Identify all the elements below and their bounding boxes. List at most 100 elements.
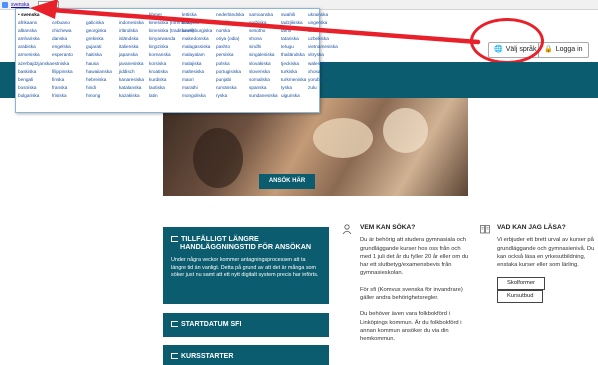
language-option[interactable]: serbiska xyxy=(249,19,278,27)
language-option[interactable]: hebreiska xyxy=(86,76,112,84)
language-option[interactable]: tamil xyxy=(281,27,306,35)
language-option[interactable]: uzbekiska xyxy=(308,35,338,43)
language-option[interactable]: nepali xyxy=(216,19,244,27)
language-option[interactable]: litauiska xyxy=(182,19,212,27)
language-option[interactable]: arabiska xyxy=(18,43,52,51)
language-option[interactable]: baskiska xyxy=(18,68,52,76)
language-option[interactable]: singalesiska xyxy=(249,51,278,59)
language-option[interactable]: somaliska xyxy=(249,76,278,84)
language-option[interactable]: grekiska xyxy=(86,35,112,43)
language-option[interactable]: telugu xyxy=(281,43,306,51)
language-option[interactable]: amhariska xyxy=(18,35,52,43)
language-option[interactable]: shona xyxy=(249,35,278,43)
language-option[interactable]: afrikaans xyxy=(18,19,52,27)
notice-panel[interactable]: TILLFÄLLIGT LÄNGRE HANDLÄGGNINGSTID FÖR … xyxy=(163,227,329,304)
language-option[interactable]: pashto xyxy=(216,43,244,51)
language-option[interactable]: luxemburgiska xyxy=(182,27,212,35)
language-option[interactable]: gujarati xyxy=(86,43,112,51)
language-option[interactable]: persiska xyxy=(216,51,244,59)
language-option[interactable]: tyska xyxy=(281,84,306,92)
language-option[interactable]: filippinska xyxy=(52,68,73,76)
kursstarter-link[interactable]: KURSSTARTER xyxy=(163,345,329,365)
language-option[interactable]: maltesiska xyxy=(182,68,212,76)
language-option[interactable]: danska xyxy=(52,35,73,43)
language-option[interactable]: frisiska xyxy=(52,92,73,100)
language-option[interactable]: marathi xyxy=(182,84,212,92)
language-option[interactable]: galiciska xyxy=(86,19,112,27)
show-original-button[interactable]: original xyxy=(38,1,59,8)
language-option[interactable]: italienska xyxy=(119,43,144,51)
language-option[interactable]: javanesiska xyxy=(119,60,144,68)
language-option[interactable]: ukrainska xyxy=(308,11,338,19)
course-offer-button[interactable]: Kursutbud xyxy=(497,290,544,304)
language-option[interactable]: chichewa xyxy=(52,27,73,35)
language-option[interactable]: katalanska xyxy=(119,84,144,92)
language-option[interactable]: cebuano xyxy=(52,19,73,27)
language-option[interactable]: thailändska xyxy=(281,51,306,59)
language-option[interactable]: haitiska xyxy=(86,51,112,59)
language-option[interactable]: ungerska xyxy=(308,19,338,27)
language-option[interactable]: finska xyxy=(52,76,73,84)
language-option[interactable]: franska xyxy=(52,84,73,92)
language-option[interactable]: polska xyxy=(216,60,244,68)
language-option[interactable]: oriya (odia) xyxy=(216,35,244,43)
language-option[interactable]: vitryska xyxy=(308,51,338,59)
language-option[interactable]: estniska xyxy=(52,60,73,68)
language-option[interactable]: nederländska xyxy=(216,11,244,19)
language-option[interactable]: hmong xyxy=(86,92,112,100)
language-option[interactable]: punjabi xyxy=(216,76,244,84)
language-option[interactable]: zulu xyxy=(308,84,338,92)
language-option[interactable]: swahili xyxy=(281,11,306,19)
language-option[interactable]: walesiska xyxy=(308,60,338,68)
language-option[interactable]: samoanska xyxy=(249,11,278,19)
language-option[interactable]: hindi xyxy=(86,84,112,92)
language-option[interactable]: kanaresiska xyxy=(119,76,144,84)
language-option[interactable]: sundanesiska xyxy=(249,92,278,100)
language-option[interactable]: kazakiska xyxy=(119,92,144,100)
language-option[interactable]: xhosa xyxy=(308,68,338,76)
language-option[interactable]: sesotho xyxy=(249,27,278,35)
language-option[interactable]: malagassiska xyxy=(182,43,212,51)
language-option[interactable]: isländska xyxy=(119,35,144,43)
language-option[interactable]: makedonska xyxy=(182,35,212,43)
language-option[interactable]: bulgariska xyxy=(18,92,52,100)
language-option[interactable]: tjeckiska xyxy=(281,60,306,68)
language-option[interactable]: spanska xyxy=(249,84,278,92)
language-option[interactable]: slovenska xyxy=(249,68,278,76)
school-forms-button[interactable]: Skolformer xyxy=(497,277,546,291)
language-option[interactable]: japanska xyxy=(119,51,144,59)
language-option[interactable]: yoruba xyxy=(308,76,338,84)
language-option[interactable]: hausa xyxy=(86,60,112,68)
language-option[interactable]: urdu xyxy=(308,27,338,35)
language-option[interactable]: turkmeniska xyxy=(281,76,306,84)
language-option[interactable]: georgiska xyxy=(86,27,112,35)
language-option[interactable]: uiguriska xyxy=(281,92,306,100)
language-option[interactable]: rumänska xyxy=(216,84,244,92)
language-option[interactable]: lettiska xyxy=(182,11,212,19)
language-option[interactable]: tatariska xyxy=(281,35,306,43)
language-option[interactable]: mongoliska xyxy=(182,92,212,100)
language-option[interactable]: esperanto xyxy=(52,51,73,59)
language-option[interactable]: engelska xyxy=(52,43,73,51)
language-option[interactable]: ryska xyxy=(216,92,244,100)
language-option[interactable]: azerbajdzjanska xyxy=(18,60,52,68)
language-option[interactable]: armeniska xyxy=(18,51,52,59)
language-option[interactable]: turkiska xyxy=(281,68,306,76)
language-option[interactable]: sindhi xyxy=(249,43,278,51)
language-option[interactable]: bengali xyxy=(18,76,52,84)
language-option[interactable]: maori xyxy=(182,76,212,84)
language-option[interactable]: jiddisch xyxy=(119,68,144,76)
language-option[interactable]: tadzjikiska xyxy=(281,19,306,27)
language-option[interactable]: hawaiianska xyxy=(86,68,112,76)
startdatum-sfi-link[interactable]: STARTDATUM SFI xyxy=(163,313,329,337)
language-option[interactable]: portugisiska xyxy=(216,68,244,76)
language-option[interactable]: vietnamesiska xyxy=(308,43,338,51)
apply-button[interactable]: ANSÖK HÄR xyxy=(259,174,315,189)
language-option[interactable]: • svenska xyxy=(18,11,52,19)
language-option[interactable]: slovakiska xyxy=(249,60,278,68)
language-option[interactable]: indonesiska xyxy=(119,19,144,27)
language-option[interactable]: malajiska xyxy=(182,60,212,68)
language-option[interactable]: norska xyxy=(216,27,244,35)
language-option[interactable]: bosniska xyxy=(18,84,52,92)
login-button[interactable]: 🔒 Logga in xyxy=(538,42,589,58)
